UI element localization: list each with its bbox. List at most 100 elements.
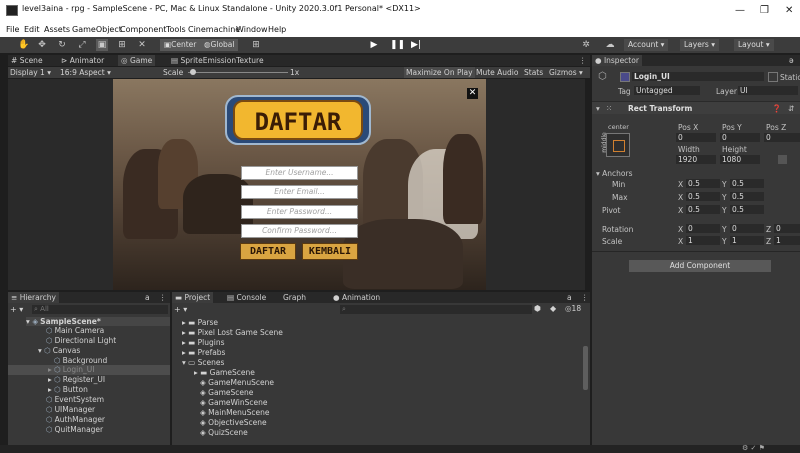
tab-game[interactable]: ◎ Game [118,55,156,66]
active-checkbox[interactable] [620,72,630,82]
maximize-on-play-toggle[interactable]: Maximize On Play [404,67,475,78]
static-checkbox[interactable] [768,72,778,82]
tag-dropdown[interactable]: Untagged [634,86,700,95]
scale-slider-thumb[interactable] [190,69,196,75]
scale-y-field[interactable]: 1 [730,236,764,245]
global-local-toggle[interactable]: ◍Global [200,39,239,51]
rot-x-field[interactable]: 0 [686,224,720,233]
username-input[interactable]: Enter Username... [241,166,358,180]
blueprint-mode-icon[interactable] [778,155,787,164]
scale-x-field[interactable]: 1 [686,236,720,245]
posx-field[interactable]: 0 [676,133,716,142]
project-scene-quizscene[interactable]: ◈ QuizScene [200,428,248,436]
close-panel-button[interactable]: ✕ [467,88,478,99]
stats-toggle[interactable]: Stats [524,68,543,77]
rot-z-field[interactable]: 0 [774,224,800,233]
hierarchy-item-quitmanager[interactable]: ⬡ QuitManager [46,425,103,434]
project-scene-gamescene[interactable]: ◈ GameScene [200,388,253,397]
project-scene-gamewinscene[interactable]: ◈ GameWinScene [200,398,267,407]
project-menu-icon[interactable]: ⋮ [578,292,592,303]
filter-label-icon[interactable]: ◆ [550,304,556,313]
email-input[interactable]: Enter Email... [241,185,358,199]
menu-assets[interactable]: Assets [44,25,70,34]
rect-tool-icon[interactable]: ▣ [96,39,108,51]
menu-file[interactable]: File [6,25,19,34]
kembali-button[interactable]: KEMBALI [302,243,358,260]
min-x-field[interactable]: 0.5 [686,179,720,188]
pivot-y-field[interactable]: 0.5 [730,205,764,214]
menu-window[interactable]: Window [236,25,268,34]
hierarchy-item-directional-light[interactable]: ⬡ Directional Light [46,336,116,345]
help-icon[interactable]: ❓ [772,104,781,113]
minimize-button[interactable]: — [735,5,745,16]
project-folder-pixel-lost[interactable]: ▸ ▬ Pixel Lost Game Scene [182,328,283,337]
tab-sprite-emission[interactable]: ▤ SpriteEmissionTexture [168,55,267,66]
object-name-field[interactable]: Login_UI [632,72,764,81]
tab-hierarchy[interactable]: ≡ Hierarchy [8,292,59,303]
tab-graph[interactable]: Graph [280,292,309,303]
project-scene-mainmenuscene[interactable]: ◈ MainMenuScene [200,408,270,417]
hierarchy-item-eventsystem[interactable]: ⬡ EventSystem [46,395,104,404]
daftar-button[interactable]: DAFTAR [240,243,296,260]
layers-dropdown[interactable]: Layers ▾ [680,39,719,51]
project-scene-objectivescene[interactable]: ◈ ObjectiveScene [200,418,267,427]
password-input[interactable]: Enter Password... [241,205,358,219]
project-search-input[interactable]: ⌕ [340,305,532,314]
transform-tool-icon[interactable]: ⊞ [116,39,128,51]
project-folder-prefabs[interactable]: ▸ ▬ Prefabs [182,348,225,357]
tab-scene[interactable]: # Scene [8,55,46,66]
rot-y-field[interactable]: 0 [730,224,764,233]
hierarchy-item-register-ui[interactable]: ▸ ⬡ Register_UI [48,375,105,384]
rect-transform-header[interactable]: ▾ ⁙ Rect Transform ❓ ⇵ [592,101,800,114]
menu-cinemachine[interactable]: Cinemachine [188,25,240,34]
min-y-field[interactable]: 0.5 [730,179,764,188]
maximize-button[interactable]: ❐ [760,5,769,16]
hierarchy-item-main-camera[interactable]: ⬡ Main Camera [46,326,104,335]
menu-edit[interactable]: Edit [24,25,40,34]
step-button[interactable]: ▶| [410,39,422,51]
pivot-center-toggle[interactable]: ▣Center [160,39,201,51]
hierarchy-item-background[interactable]: ⬡ Background [54,356,107,365]
project-folder-parse[interactable]: ▸ ▬ Parse [182,318,218,327]
menu-help[interactable]: Help [268,25,286,34]
rotate-tool-icon[interactable]: ↻ [56,39,68,51]
posz-field[interactable]: 0 [764,133,800,142]
hierarchy-item-uimanager[interactable]: ⬡ UIManager [46,405,95,414]
scale-slider[interactable] [188,72,288,73]
menu-gameobject[interactable]: GameObject [72,25,122,34]
project-add-button[interactable]: + ▾ [174,305,187,314]
posy-field[interactable]: 0 [720,133,760,142]
project-lock-icon[interactable]: a [564,292,575,303]
hierarchy-item-button[interactable]: ▸ ⬡ Button [48,385,88,394]
scale-tool-icon[interactable]: ⤢ [76,39,88,51]
hand-tool-icon[interactable]: ✋ [18,39,30,51]
menu-component[interactable]: Component [120,25,166,34]
hierarchy-add-button[interactable]: + ▾ [10,305,23,314]
cloud-icon[interactable]: ☁ [604,39,616,51]
hierarchy-item-authmanager[interactable]: ⬡ AuthManager [46,415,105,424]
max-y-field[interactable]: 0.5 [730,192,764,201]
tab-menu-icon[interactable]: ⋮ [576,55,590,66]
close-window-button[interactable]: ✕ [785,5,793,16]
mute-audio-toggle[interactable]: Mute Audio [476,68,518,77]
max-x-field[interactable]: 0.5 [686,192,720,201]
project-scene-gamemenuscene[interactable]: ◈ GameMenuScene [200,378,274,387]
layer-dropdown[interactable]: UI [738,86,798,95]
tab-animator[interactable]: ⊳ Animator [58,55,107,66]
component-settings-icon[interactable]: ⇵ [788,104,794,113]
grid-snap-icon[interactable]: ⊞ [250,39,262,51]
inspector-lock-icon[interactable]: ə [786,55,797,66]
width-field[interactable]: 1920 [676,155,716,164]
project-scrollbar[interactable] [583,346,588,390]
tab-inspector[interactable]: ● Inspector [592,55,642,66]
play-button[interactable]: ▶ [368,39,380,51]
custom-tool-icon[interactable]: ✕ [136,39,148,51]
collab-icon[interactable]: ✲ [580,39,592,51]
project-folder-plugins[interactable]: ▸ ▬ Plugins [182,338,225,347]
layout-dropdown[interactable]: Layout ▾ [734,39,774,51]
hierarchy-lock-icon[interactable]: a [142,292,153,303]
display-dropdown[interactable]: Display 1 ▾ [10,68,51,77]
filter-type-icon[interactable]: ⬢ [534,304,541,313]
confirm-password-input[interactable]: Confirm Password... [241,224,358,238]
pivot-x-field[interactable]: 0.5 [686,205,720,214]
